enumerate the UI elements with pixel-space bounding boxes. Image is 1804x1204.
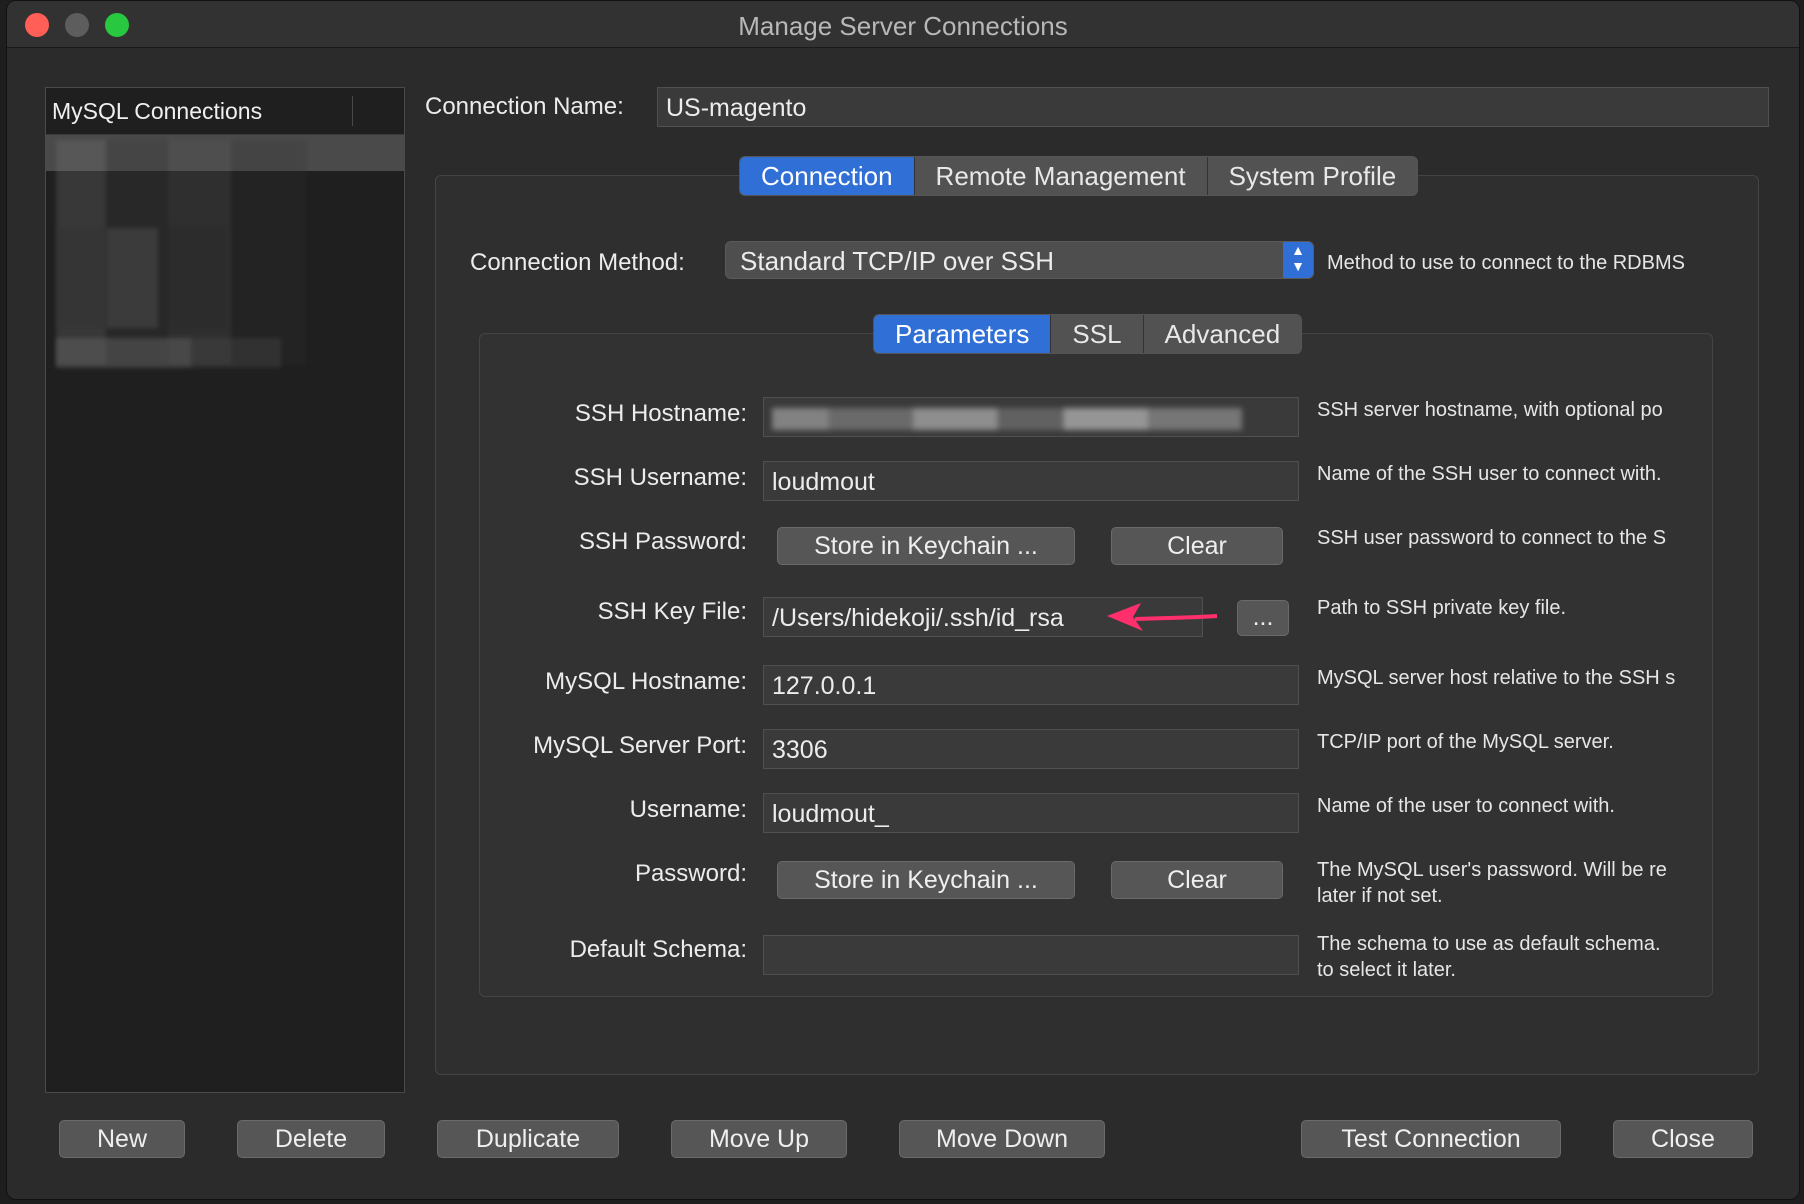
clear-password-button[interactable]: Clear — [1111, 861, 1283, 899]
ssh-password-label: SSH Password: — [578, 528, 747, 555]
ssh-hostname-hint: SSH server hostname, with optional po — [1317, 399, 1663, 421]
annotation-arrow-icon — [1107, 603, 1218, 631]
username-hint: Name of the user to connect with. — [1317, 795, 1615, 817]
mysql-port-label: MySQL Server Port: — [533, 732, 747, 759]
test-connection-button[interactable]: Test Connection — [1301, 1120, 1561, 1158]
main-tabs: Connection Remote Management System Prof… — [739, 156, 1419, 196]
connections-list-header: MySQL Connections — [46, 88, 404, 135]
mysql-port-input[interactable]: 3306 — [763, 729, 1299, 769]
redacted-hostname — [772, 408, 1242, 430]
connection-method-value: Standard TCP/IP over SSH — [740, 246, 1055, 276]
ssh-hostname-label: SSH Hostname: — [574, 400, 747, 427]
manage-connections-window: Manage Server Connections MySQL Connecti… — [6, 0, 1800, 1200]
move-down-button[interactable]: Move Down — [899, 1120, 1105, 1158]
redacted-connections-3 — [56, 338, 281, 368]
duplicate-connection-button[interactable]: Duplicate — [437, 1120, 619, 1158]
password-hint-line1: The MySQL user's password. Will be re — [1317, 859, 1667, 881]
title-bar: Manage Server Connections — [7, 1, 1799, 48]
delete-connection-button[interactable]: Delete — [237, 1120, 385, 1158]
connection-name-input[interactable]: US-magento — [657, 87, 1769, 127]
close-button[interactable]: Close — [1613, 1120, 1753, 1158]
column-divider[interactable] — [352, 96, 353, 126]
ssh-username-hint: Name of the SSH user to connect with. — [1317, 463, 1662, 485]
default-schema-hint-line2: to select it later. — [1317, 959, 1456, 981]
store-keychain-button[interactable]: Store in Keychain ... — [777, 861, 1075, 899]
mysql-hostname-input[interactable]: 127.0.0.1 — [763, 665, 1299, 705]
password-label: Password: — [634, 860, 747, 887]
redacted-connections-2 — [56, 228, 226, 328]
username-input[interactable]: loudmout_ — [763, 793, 1299, 833]
ssh-password-hint: SSH user password to connect to the S — [1317, 527, 1667, 549]
tab-parameters[interactable]: Parameters — [874, 315, 1052, 353]
connection-method-hint: Method to use to connect to the RDBMS — [1327, 252, 1685, 274]
ssh-hostname-input[interactable] — [763, 397, 1299, 437]
ssh-username-input[interactable]: loudmout — [763, 461, 1299, 501]
window-title: Manage Server Connections — [738, 11, 1068, 41]
tab-remote-management[interactable]: Remote Management — [914, 157, 1208, 195]
tab-connection[interactable]: Connection — [740, 157, 915, 195]
new-connection-button[interactable]: New — [59, 1120, 185, 1158]
default-schema-label: Default Schema: — [569, 936, 747, 963]
chevron-up-down-icon[interactable]: ▲ ▼ — [1283, 242, 1313, 278]
connection-method-label: Connection Method: — [470, 249, 685, 276]
tab-system-profile[interactable]: System Profile — [1207, 157, 1418, 195]
mysql-hostname-hint: MySQL server host relative to the SSH s — [1317, 667, 1676, 689]
connections-list[interactable]: MySQL Connections — [45, 87, 405, 1093]
username-label: Username: — [629, 796, 747, 823]
ssh-clear-password-button[interactable]: Clear — [1111, 527, 1283, 565]
sub-tabs: Parameters SSL Advanced — [873, 314, 1303, 354]
connections-list-title: MySQL Connections — [52, 98, 263, 124]
mysql-hostname-label: MySQL Hostname: — [545, 668, 747, 695]
ssh-keyfile-hint: Path to SSH private key file. — [1317, 597, 1567, 619]
tab-advanced[interactable]: Advanced — [1143, 315, 1302, 353]
browse-keyfile-button[interactable]: ... — [1237, 600, 1289, 636]
default-schema-hint-line1: The schema to use as default schema. — [1317, 933, 1661, 955]
password-hint-line2: later if not set. — [1317, 885, 1443, 907]
connection-method-select[interactable]: Standard TCP/IP over SSH ▲ ▼ — [725, 241, 1314, 279]
ssh-keyfile-label: SSH Key File: — [597, 598, 747, 625]
mysql-port-hint: TCP/IP port of the MySQL server. — [1317, 731, 1614, 753]
connection-name-label: Connection Name: — [425, 93, 624, 120]
default-schema-input[interactable] — [763, 935, 1299, 975]
move-up-button[interactable]: Move Up — [671, 1120, 847, 1158]
tab-ssl[interactable]: SSL — [1051, 315, 1144, 353]
ssh-store-keychain-button[interactable]: Store in Keychain ... — [777, 527, 1075, 565]
ssh-username-label: SSH Username: — [573, 464, 747, 491]
